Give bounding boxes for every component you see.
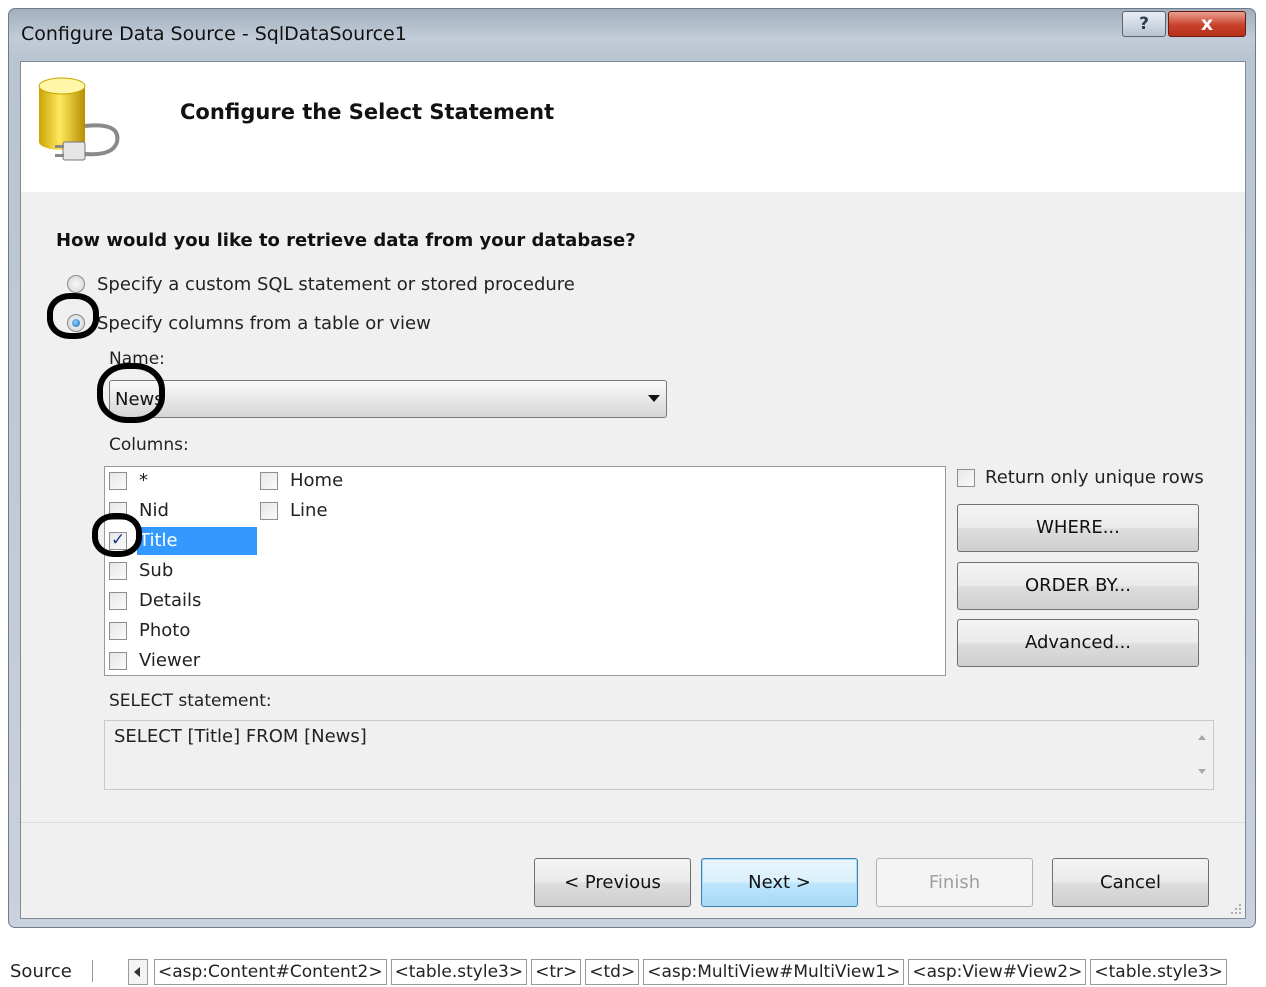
wizard-header: Configure the Select Statement [21, 62, 1245, 192]
scroll-down-icon[interactable] [1198, 769, 1206, 774]
where-button[interactable]: WHERE... [957, 504, 1199, 552]
tag-breadcrumb: <asp:Content#Content2> <table.style3> <t… [154, 959, 1227, 985]
finish-button[interactable]: Finish [876, 858, 1033, 907]
column-label: Sub [139, 560, 174, 581]
table-name-dropdown[interactable]: News [109, 380, 667, 418]
radio-button[interactable] [67, 275, 85, 293]
breadcrumb-item[interactable]: <tr> [531, 959, 582, 985]
select-statement-label: SELECT statement: [109, 691, 272, 711]
checkbox[interactable] [109, 472, 127, 490]
column-label: Title [137, 527, 257, 555]
next-button[interactable]: Next > [701, 858, 858, 907]
unique-rows-label: Return only unique rows [985, 467, 1204, 488]
unique-rows-checkbox[interactable] [957, 468, 975, 487]
chevron-down-icon[interactable] [648, 395, 660, 402]
column-label: Details [139, 590, 202, 611]
wizard-step-title: Configure the Select Statement [180, 100, 555, 124]
column-label: Photo [139, 620, 191, 641]
dialog-window: Configure Data Source - SqlDataSource1 ?… [8, 8, 1256, 928]
chevron-left-icon[interactable] [128, 959, 148, 985]
title-bar: Configure Data Source - SqlDataSource1 ?… [9, 9, 1255, 59]
column-item-photo[interactable]: Photo [109, 617, 192, 645]
window-title: Configure Data Source - SqlDataSource1 [21, 23, 407, 45]
radio-table-view[interactable]: Specify columns from a table or view [67, 310, 431, 336]
sql-scrollbar[interactable] [1191, 721, 1213, 789]
radio-label: Specify a custom SQL statement or stored… [97, 273, 575, 295]
select-statement-text: SELECT [Title] FROM [News] [114, 726, 367, 747]
cancel-button[interactable]: Cancel [1052, 858, 1209, 907]
select-statement-textbox[interactable]: SELECT [Title] FROM [News] [104, 720, 1214, 790]
scroll-up-icon[interactable] [1198, 735, 1206, 740]
unique-rows-option[interactable]: Return only unique rows [957, 467, 1204, 488]
annotation-mark-radio [47, 293, 99, 339]
retrieve-question: How would you like to retrieve data from… [56, 230, 636, 251]
breadcrumb-item[interactable]: <table.style3> [1090, 959, 1227, 985]
close-button[interactable]: x [1168, 11, 1246, 37]
breadcrumb-item[interactable]: <td> [585, 959, 640, 985]
checkbox[interactable] [109, 562, 127, 580]
checkbox[interactable] [260, 502, 278, 520]
column-label: Viewer [139, 650, 201, 671]
column-item-details[interactable]: Details [109, 587, 203, 615]
help-button[interactable]: ? [1122, 11, 1166, 37]
column-item-sub[interactable]: Sub [109, 557, 175, 585]
source-tab[interactable]: Source [10, 961, 72, 982]
breadcrumb-item[interactable]: <asp:MultiView#MultiView1> [643, 959, 905, 985]
footer-divider [21, 822, 1245, 823]
annotation-mark-checkbox [92, 513, 142, 557]
database-plug-icon [38, 77, 120, 161]
checkbox[interactable] [260, 472, 278, 490]
annotation-mark-name [97, 363, 165, 423]
checkbox[interactable] [109, 652, 127, 670]
column-item-line[interactable]: Line [260, 497, 330, 525]
column-item-star[interactable]: * [109, 467, 150, 495]
radio-label: Specify columns from a table or view [97, 312, 431, 334]
breadcrumb-item[interactable]: <asp:View#View2> [908, 959, 1087, 985]
dialog-body: Configure the Select Statement How would… [20, 61, 1246, 919]
column-item-home[interactable]: Home [260, 467, 345, 495]
breadcrumb-item[interactable]: <table.style3> [390, 959, 528, 985]
column-item-viewer[interactable]: Viewer [109, 647, 202, 675]
radio-custom-sql[interactable]: Specify a custom SQL statement or stored… [67, 271, 575, 297]
breadcrumb-item[interactable]: <asp:Content#Content2> [154, 959, 387, 985]
advanced-button[interactable]: Advanced... [957, 619, 1199, 667]
column-label: * [139, 470, 148, 491]
checkbox[interactable] [109, 592, 127, 610]
column-label: Line [290, 500, 328, 521]
resize-grip-icon[interactable] [1230, 903, 1242, 915]
previous-button[interactable]: < Previous [534, 858, 691, 907]
columns-list[interactable]: * Nid Title Sub Details Photo [104, 466, 946, 676]
column-label: Nid [139, 500, 169, 521]
divider [92, 960, 93, 982]
checkbox[interactable] [109, 622, 127, 640]
columns-label: Columns: [109, 435, 189, 455]
column-label: Home [290, 470, 344, 491]
order-by-button[interactable]: ORDER BY... [957, 562, 1199, 610]
editor-statusbar: Source <asp:Content#Content2> <table.sty… [0, 944, 1266, 987]
